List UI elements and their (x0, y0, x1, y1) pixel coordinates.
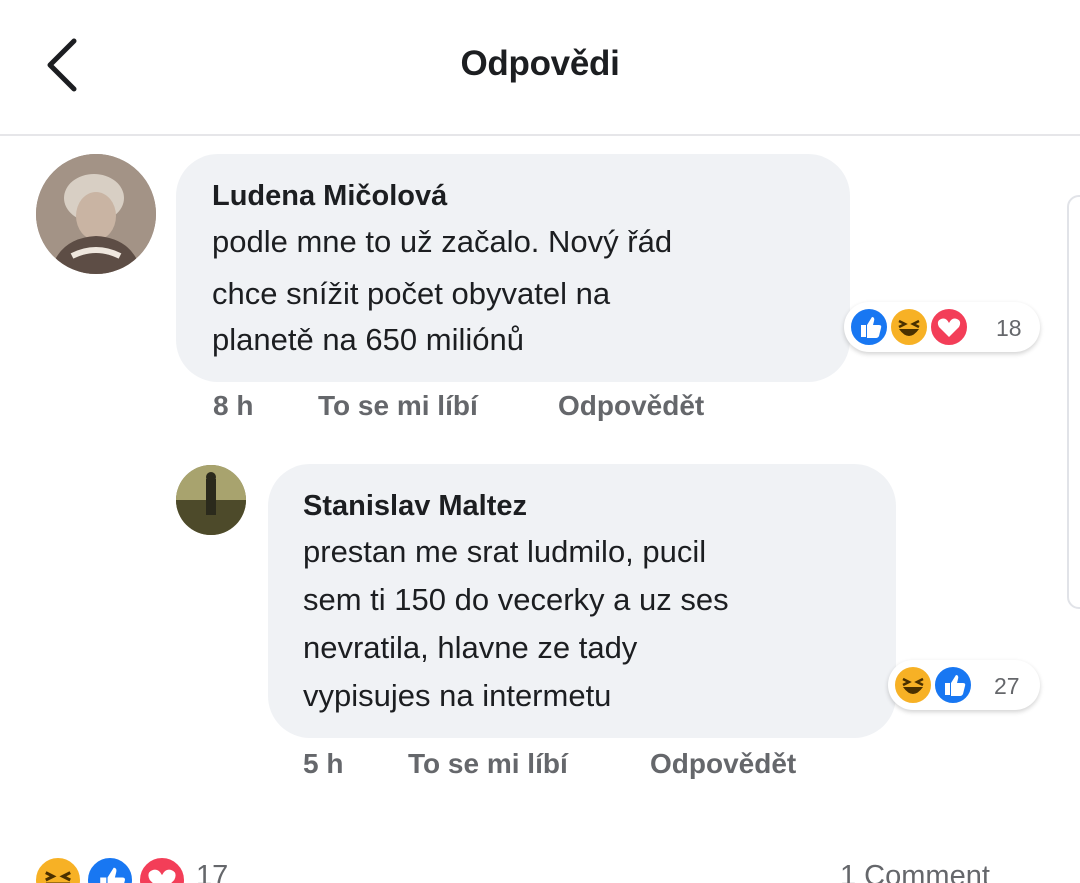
reply-button[interactable]: Odpovědět (558, 390, 704, 422)
like-button[interactable]: To se mi líbí (318, 390, 478, 422)
page-title: Odpovědi (460, 44, 620, 83)
comment-count[interactable]: 1 Comment (840, 856, 1060, 883)
top-bar: Odpovědi (0, 0, 1080, 136)
like-icon (86, 856, 134, 883)
like-icon (933, 665, 973, 705)
comment-text-line: sem ti 150 do vecerky a uz ses (303, 582, 729, 617)
love-icon (929, 307, 969, 347)
comment-text-line: vypisujes na intermetu (303, 678, 612, 713)
like-icon (849, 307, 889, 347)
reactions-summary[interactable]: 18 (844, 302, 1040, 352)
comment-text-line: planetě na 650 miliónů (212, 322, 524, 357)
reactions-summary[interactable]: 27 (888, 660, 1040, 710)
avatar[interactable] (36, 154, 156, 274)
comment-timestamp[interactable]: 8 h (213, 390, 253, 422)
comment-author[interactable]: Stanislav Maltez (303, 490, 527, 523)
avatar[interactable] (176, 465, 246, 535)
comment-text-line: podle mne to už začalo. Nový řád (212, 224, 673, 259)
reaction-count: 18 (996, 315, 1022, 341)
haha-icon (34, 856, 82, 883)
comment-text-line: chce snížit počet obyvatel na (212, 276, 611, 311)
reply-button[interactable]: Odpovědět (650, 748, 796, 780)
like-button[interactable]: To se mi líbí (408, 748, 568, 780)
comment-author[interactable]: Ludena Mičolová (212, 180, 447, 213)
scrollbar[interactable] (1067, 195, 1080, 609)
comment-count-label: 1 Comment (840, 860, 990, 883)
comment-timestamp[interactable]: 5 h (303, 748, 343, 780)
footer-reactions[interactable]: 17 (34, 856, 254, 883)
reaction-count: 27 (994, 673, 1020, 699)
love-icon (138, 856, 186, 883)
haha-icon (889, 307, 929, 347)
reaction-count: 17 (196, 860, 229, 883)
comment-text-line: nevratila, hlavne ze tady (303, 630, 638, 665)
comment-text-line: prestan me srat ludmilo, pucil (303, 534, 707, 569)
haha-icon (893, 665, 933, 705)
